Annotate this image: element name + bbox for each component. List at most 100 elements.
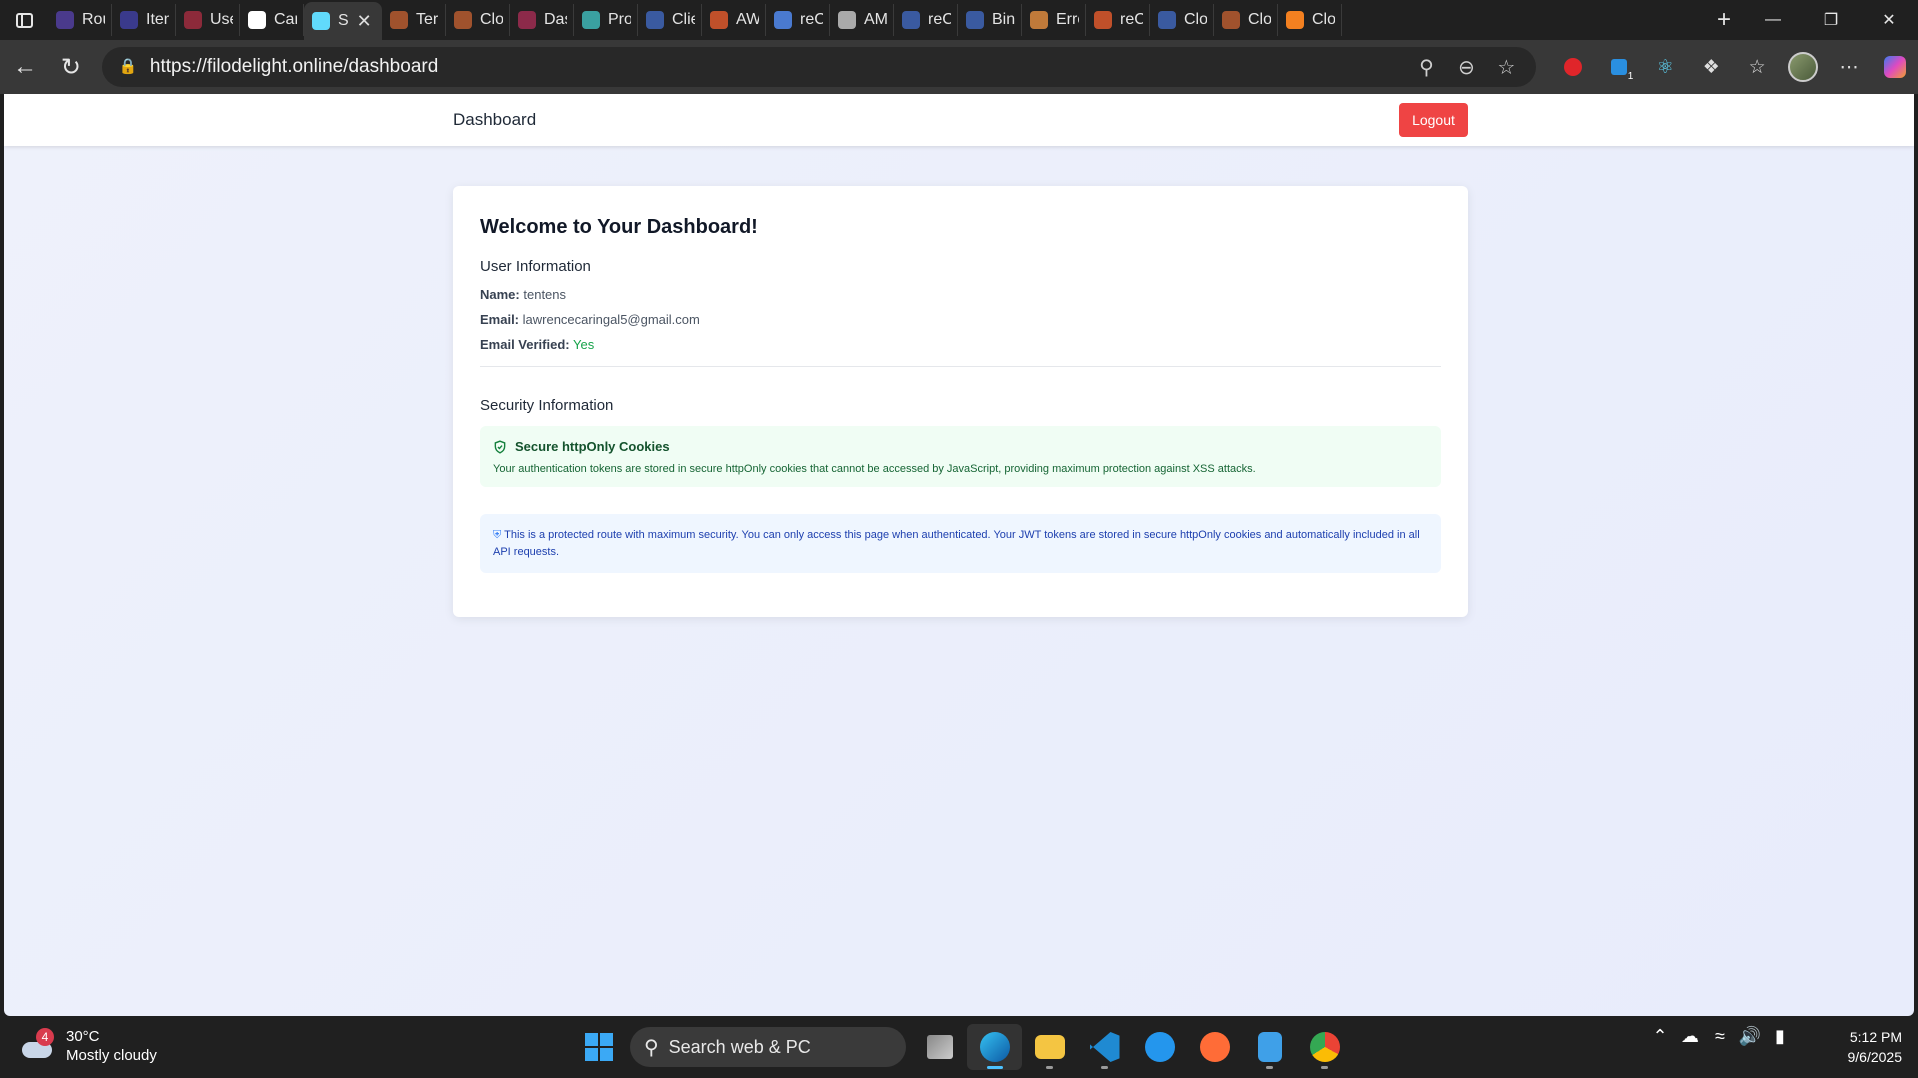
extension-adblock-icon[interactable]: [1550, 47, 1596, 87]
tab-title: reCAI: [1120, 11, 1143, 28]
zoom-out-icon[interactable]: ⊖: [1446, 55, 1486, 80]
browser-tab[interactable]: Cloud: [1150, 4, 1214, 36]
new-tab-button[interactable]: +: [1704, 6, 1744, 34]
tab-list: Route Items Users CarinS✕Terms Cloud DashtPro…: [48, 0, 1704, 40]
start-button[interactable]: [576, 1024, 622, 1070]
browser-tab[interactable]: Users: [176, 4, 240, 36]
taskbar-postman[interactable]: [1187, 1024, 1242, 1070]
refresh-icon: ↻: [60, 53, 81, 81]
tab-title: Error:: [1056, 11, 1079, 28]
more-menu-icon[interactable]: ⋯: [1826, 47, 1872, 87]
url-text[interactable]: https://filodelight.online/dashboard: [150, 56, 1406, 78]
tab-title: Items: [146, 11, 169, 28]
recaptcha-icon: [774, 11, 792, 29]
taskbar-search[interactable]: ⚲ Search web & PC: [630, 1027, 906, 1067]
tab-actions-button[interactable]: [0, 0, 48, 40]
taskbar-notepad[interactable]: [1242, 1024, 1297, 1070]
browser-tab[interactable]: Cloud: [446, 4, 510, 36]
browser-tab[interactable]: Client: [638, 4, 702, 36]
logout-button[interactable]: Logout: [1399, 103, 1468, 137]
address-bar[interactable]: 🔒 https://filodelight.online/dashboard ⚲…: [101, 47, 1537, 87]
browser-tab[interactable]: Cloud: [1278, 4, 1342, 36]
weather-widget[interactable]: 4 30°C Mostly cloudy: [20, 1028, 157, 1064]
docker-icon: [1144, 1032, 1175, 1062]
browser-tab[interactable]: Route: [48, 4, 112, 36]
profile-avatar[interactable]: [1780, 47, 1826, 87]
email-verified-row: Email Verified: Yes: [480, 337, 1441, 352]
dashboard-card: Welcome to Your Dashboard! User Informat…: [453, 186, 1468, 617]
weather-temperature: 30°C: [66, 1028, 100, 1045]
browser-tab[interactable]: Dasht: [510, 4, 574, 36]
browser-tab[interactable]: Carin: [240, 4, 304, 36]
app-icon: [56, 11, 74, 29]
protected-route-text: This is a protected route with maximum s…: [493, 529, 1420, 558]
shield-check-icon: [494, 439, 506, 454]
restore-button[interactable]: ❐: [1802, 0, 1860, 40]
extension-puzzle-badge-icon[interactable]: 1: [1596, 47, 1642, 87]
site-info-icon[interactable]: 🔒: [118, 57, 138, 77]
sidebar-toggle-icon: [15, 12, 33, 28]
cloud-icon: [1222, 11, 1240, 29]
chevron-up-icon[interactable]: ⌃: [1645, 1026, 1675, 1047]
tab-title: reCAI: [800, 11, 823, 28]
browser-tab[interactable]: Bing: [958, 4, 1022, 36]
browser-tab[interactable]: AWS: [702, 4, 766, 36]
onedrive-icon[interactable]: ☁: [1675, 1026, 1705, 1047]
browser-tab[interactable]: S ✕: [304, 2, 382, 40]
notepad-icon: [1257, 1032, 1282, 1062]
volume-icon[interactable]: 🔊: [1735, 1026, 1765, 1047]
wifi-icon[interactable]: ≈: [1705, 1026, 1735, 1047]
weather-badge: 4: [36, 1028, 54, 1046]
browser-tab[interactable]: Terms: [382, 4, 446, 36]
copilot-icon[interactable]: [1872, 47, 1918, 87]
taskbar-docker[interactable]: [1132, 1024, 1187, 1070]
tab-title: Route: [82, 11, 105, 28]
favorites-icon[interactable]: ☆: [1734, 47, 1780, 87]
browser-tab[interactable]: reCAI: [894, 4, 958, 36]
browser-tab[interactable]: Produ: [574, 4, 638, 36]
star-icon: [710, 11, 728, 29]
pen-icon: [1030, 11, 1048, 29]
browser-tab[interactable]: Error:: [1022, 4, 1086, 36]
task-view-button[interactable]: [912, 1024, 967, 1070]
tab-title: Cloud: [480, 11, 503, 28]
browser-tab[interactable]: AMP: [830, 4, 894, 36]
browser-tab[interactable]: reCAI: [1086, 4, 1150, 36]
star-icon: [1094, 11, 1112, 29]
browser-tab[interactable]: reCAI: [766, 4, 830, 36]
battery-icon[interactable]: ▮: [1765, 1026, 1795, 1047]
close-window-button[interactable]: ✕: [1860, 0, 1918, 40]
app-brand[interactable]: Dashboard: [453, 110, 536, 130]
taskbar-apps: ⚲ Search web & PC: [576, 1024, 1352, 1070]
tab-title: Users: [210, 11, 233, 28]
back-button[interactable]: ←: [2, 47, 48, 87]
extension-react-devtools-icon[interactable]: ⚛: [1642, 47, 1688, 87]
name-value: tentens: [523, 287, 567, 302]
secure-cookies-title: Secure httpOnly Cookies: [515, 439, 670, 454]
search-icon: [966, 11, 984, 29]
protected-route-note: ⛨ This is a protected route with maximum…: [480, 514, 1441, 573]
browser-tab-strip: Route Items Users CarinS✕Terms Cloud DashtPro…: [0, 0, 1918, 40]
browser-tab[interactable]: Items: [112, 4, 176, 36]
secure-cookies-text: Your authentication tokens are stored in…: [493, 463, 1256, 475]
secure-cookies-header: Secure httpOnly Cookies: [493, 439, 1428, 454]
key-icon[interactable]: ⚲: [1406, 55, 1446, 80]
taskbar-chrome[interactable]: [1297, 1024, 1352, 1070]
search-icon: [902, 11, 920, 29]
browser-tab[interactable]: Cloud: [1214, 4, 1278, 36]
close-tab-icon[interactable]: ✕: [357, 11, 372, 32]
taskbar-edge[interactable]: [967, 1024, 1022, 1070]
minimize-button[interactable]: —: [1744, 0, 1802, 40]
tab-title: AWS: [736, 11, 759, 28]
favorite-star-icon[interactable]: ☆: [1486, 55, 1526, 80]
app-icon: [120, 11, 138, 29]
extensions-puzzle-icon[interactable]: ❖: [1688, 47, 1734, 87]
taskbar-vscode[interactable]: [1077, 1024, 1132, 1070]
security-info-heading: Security Information: [480, 397, 614, 414]
clock[interactable]: 5:12 PM 9/6/2025: [1822, 1027, 1903, 1067]
search-icon: ⚲: [644, 1036, 659, 1059]
taskbar-file-explorer[interactable]: [1022, 1024, 1077, 1070]
refresh-button[interactable]: ↻: [48, 47, 94, 87]
postman-icon: [1199, 1032, 1230, 1062]
windows-taskbar: 4 30°C Mostly cloudy ⚲ Search web & PC ⌃…: [0, 1016, 1918, 1078]
